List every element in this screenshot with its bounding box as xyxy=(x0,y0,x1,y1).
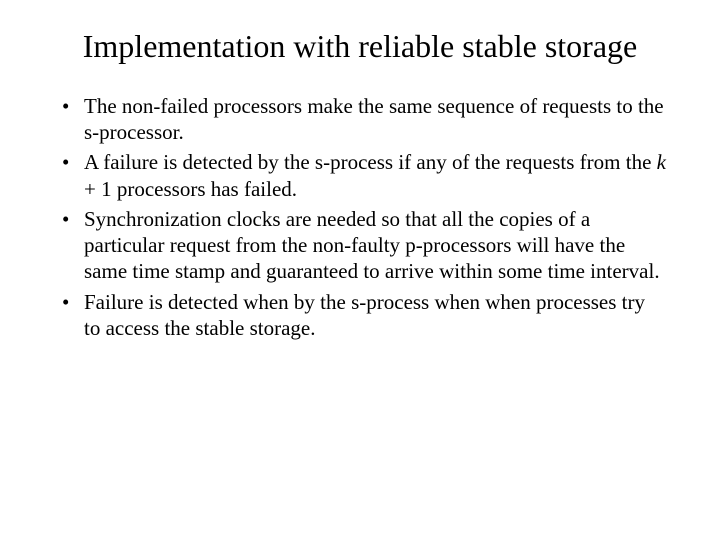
bullet-text-suffix: + 1 processors has failed. xyxy=(84,177,297,201)
list-item: Failure is detected when by the s-proces… xyxy=(54,289,666,342)
bullet-text: A failure is detected by the s-process i… xyxy=(84,150,657,174)
bullet-list: The non-failed processors make the same … xyxy=(48,93,672,341)
list-item: A failure is detected by the s-process i… xyxy=(54,149,666,202)
list-item: Synchronization clocks are needed so tha… xyxy=(54,206,666,285)
bullet-text: The non-failed processors make the same … xyxy=(84,94,664,144)
bullet-italic: k xyxy=(657,150,666,174)
slide: Implementation with reliable stable stor… xyxy=(0,0,720,540)
slide-title: Implementation with reliable stable stor… xyxy=(48,28,672,65)
bullet-text: Failure is detected when by the s-proces… xyxy=(84,290,645,340)
bullet-text: Synchronization clocks are needed so tha… xyxy=(84,207,660,284)
list-item: The non-failed processors make the same … xyxy=(54,93,666,146)
